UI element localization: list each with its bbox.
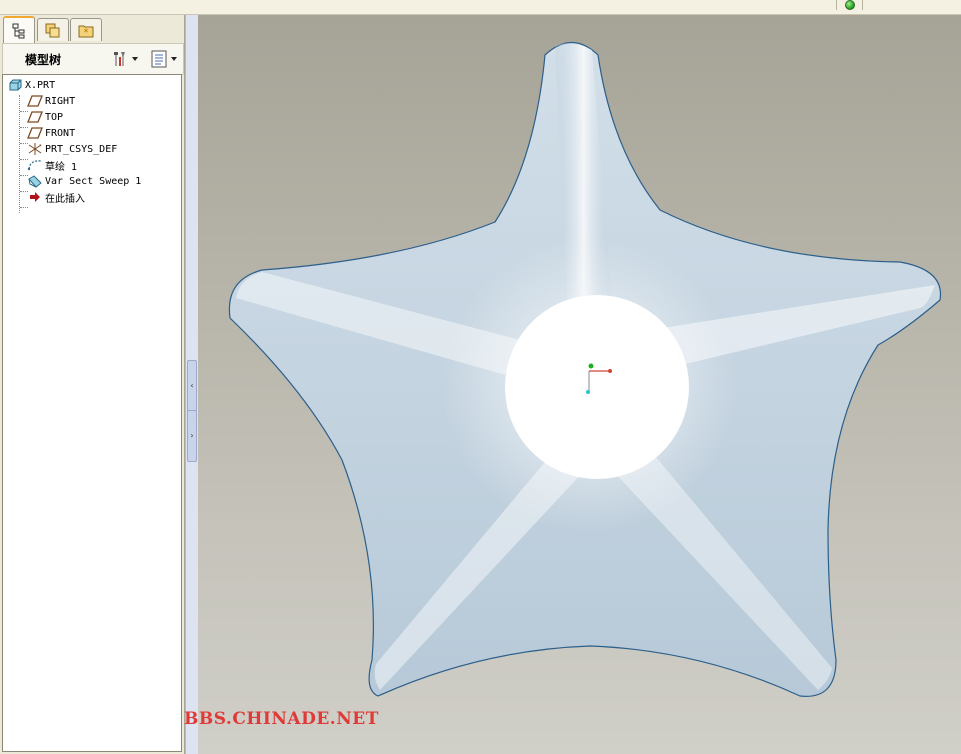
insert-here-arrow-icon — [30, 192, 40, 202]
graphics-viewport[interactable] — [198, 15, 961, 754]
favorites-tab-icon: * — [78, 25, 94, 38]
tree-item-csys[interactable]: * PRT_CSYS_DEF — [27, 141, 117, 157]
tree-item-part[interactable]: X.PRT — [7, 77, 55, 93]
expand-panel-button[interactable]: › — [187, 410, 197, 462]
tab-model-tree[interactable] — [3, 16, 35, 43]
tab-favorites[interactable]: * — [70, 18, 102, 41]
collapse-panel-button[interactable]: ‹ — [187, 360, 197, 412]
folder-browser-tab-icon — [45, 23, 60, 38]
datum-plane-icon — [27, 95, 43, 107]
tree-item-label: X.PRT — [25, 79, 56, 91]
svg-text:*: * — [84, 28, 89, 38]
show-button[interactable] — [150, 49, 177, 69]
tree-item-top-plane[interactable]: TOP — [27, 109, 63, 125]
center-hole — [505, 295, 689, 479]
model-tree: X.PRT RIGHT TOP FRONT * PRT_CSYS_DEF 草绘 … — [2, 74, 182, 752]
svg-text:*: * — [39, 144, 42, 150]
model-tree-header: 模型树 — [2, 43, 184, 75]
tree-item-front-plane[interactable]: FRONT — [27, 125, 75, 141]
model-view — [228, 42, 942, 697]
model-tree-tab-icon — [12, 23, 25, 38]
show-options-icon — [151, 50, 167, 68]
tab-folder-browser[interactable] — [37, 18, 69, 41]
datum-plane-icon — [27, 127, 43, 139]
tree-item-label: Var Sect Sweep 1 — [45, 175, 142, 187]
star-surface-model — [228, 42, 942, 697]
navigator-panel: * 模型树 X.PRT RIGHT TOP FRONT * PRT_CSYS_D… — [0, 15, 185, 754]
tree-item-sketch[interactable]: 草绘 1 — [27, 157, 77, 173]
coordinate-system-icon: * — [28, 143, 42, 155]
panel-splitter[interactable]: ‹ › — [185, 15, 199, 754]
toolbar-separator — [862, 0, 863, 10]
datum-plane-icon — [27, 111, 43, 123]
tree-item-label: 在此插入 — [45, 193, 85, 205]
chevron-down-icon — [171, 57, 177, 61]
toolbar-separator — [836, 0, 837, 10]
tree-item-right-plane[interactable]: RIGHT — [27, 93, 75, 109]
top-toolbar-strip — [0, 0, 961, 15]
chevron-right-icon: › — [190, 431, 194, 440]
chevron-down-icon — [132, 57, 138, 61]
tree-connector — [20, 207, 28, 208]
settings-tools-icon — [114, 52, 125, 66]
tree-item-label: FRONT — [45, 127, 76, 139]
tree-item-var-sect-sweep[interactable]: Var Sect Sweep 1 — [27, 173, 141, 189]
navigator-tabs: * — [2, 16, 182, 43]
model-tree-title: 模型树 — [25, 53, 62, 67]
tree-item-label: 草绘 1 — [45, 161, 78, 173]
watermark-text: BBS.CHINADE.NET — [184, 709, 379, 729]
chevron-left-icon: ‹ — [190, 381, 194, 390]
tree-item-label: TOP — [45, 111, 64, 123]
tree-item-label: RIGHT — [45, 95, 76, 107]
var-sect-sweep-icon — [28, 175, 42, 188]
tree-item-label: PRT_CSYS_DEF — [45, 143, 118, 155]
status-led-icon — [845, 0, 855, 10]
tree-item-insert-here[interactable]: 在此插入 — [27, 189, 85, 205]
part-icon — [9, 79, 22, 91]
tree-connector — [19, 95, 20, 213]
settings-button[interactable] — [109, 49, 138, 69]
sketch-icon — [27, 160, 42, 171]
